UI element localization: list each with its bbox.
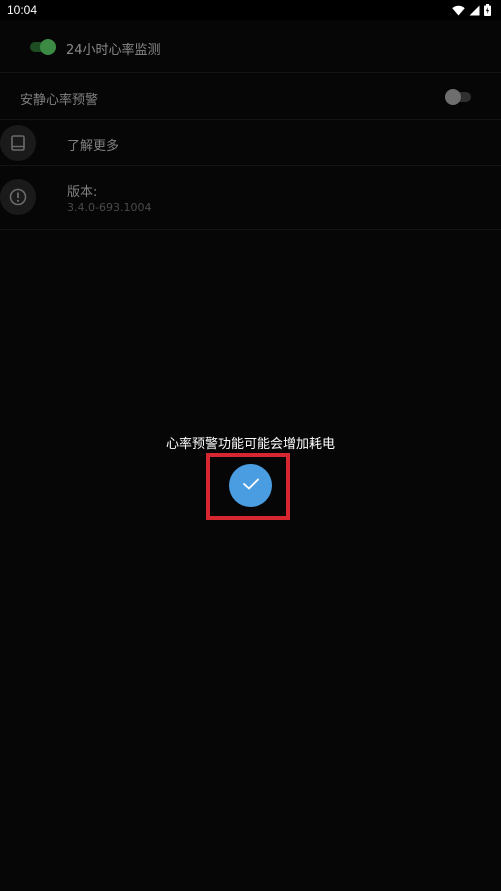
resting-heart-rate-warning-toggle[interactable]: [445, 89, 473, 105]
status-icons: [452, 4, 491, 16]
heart-rate-monitor-label: 24小时心率监测: [66, 43, 161, 58]
info-icon: [0, 179, 36, 215]
version-number: 3.4.0-693.1004: [67, 201, 152, 214]
book-icon: [0, 125, 36, 161]
checkmark-icon: [242, 476, 260, 495]
battery-warning-message: 心率预警功能可能会增加耗电: [165, 437, 335, 452]
status-time: 10:04: [7, 3, 38, 17]
toggle-thumb: [40, 39, 56, 55]
monitor-row: 24小时心率监测: [0, 20, 501, 73]
wifi-icon: [452, 5, 465, 16]
resting-heart-rate-warning-label: 安静心率预警: [20, 93, 99, 108]
learn-more-label: 了解更多: [67, 139, 120, 154]
heart-rate-monitor-toggle[interactable]: [30, 39, 58, 55]
battery-icon: [484, 4, 491, 16]
toggle-thumb: [445, 89, 461, 105]
status-bar: 10:04: [0, 0, 501, 20]
screen: 10:04 24小时心率监测 安静心率预警 了解更多 版本: 3.4.0-693…: [0, 0, 501, 891]
version-label: 版本:: [67, 185, 98, 200]
confirm-button[interactable]: [229, 464, 272, 507]
cellular-signal-icon: [469, 5, 480, 16]
